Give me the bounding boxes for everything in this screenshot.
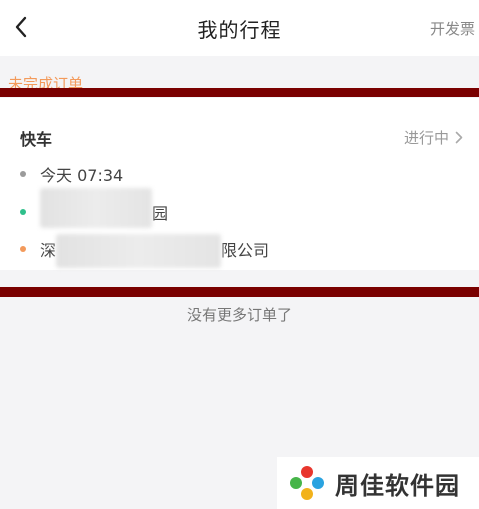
no-more-orders-text: 没有更多订单了 xyxy=(186,306,292,324)
end-location-row: 深 限公司 xyxy=(20,230,269,268)
end-dot xyxy=(20,246,26,252)
status-label: 进行中 xyxy=(403,129,449,147)
order-status[interactable]: 进行中 xyxy=(404,127,463,148)
redacted-start-address xyxy=(40,188,152,228)
invoice-button[interactable]: 开发票 xyxy=(430,18,475,39)
order-time: 今天 07:34 xyxy=(40,166,124,185)
chevron-right-icon xyxy=(455,131,463,144)
highlight-bar-bottom xyxy=(0,287,479,297)
highlight-bar-top xyxy=(0,88,479,97)
start-dot xyxy=(20,209,26,215)
end-address-suffix: 限公司 xyxy=(221,241,270,260)
watermark-text: 周佳软件园 xyxy=(335,471,460,500)
top-nav-bar: 我的行程 开发票 xyxy=(0,0,479,56)
pinwheel-logo-icon xyxy=(290,466,324,500)
start-location-row: 园 xyxy=(20,188,169,228)
page-title: 我的行程 xyxy=(197,18,282,42)
site-watermark: 周佳软件园 xyxy=(277,457,479,509)
order-card[interactable]: 快车 进行中 今天 07:34 园 深 限公司 xyxy=(0,98,479,270)
order-time-row: 今天 07:34 xyxy=(20,162,123,186)
time-dot xyxy=(20,171,26,177)
start-address-suffix: 园 xyxy=(152,204,169,223)
end-address-prefix: 深 xyxy=(40,241,57,260)
ride-type-label: 快车 xyxy=(20,130,53,149)
redacted-end-address xyxy=(56,234,222,268)
